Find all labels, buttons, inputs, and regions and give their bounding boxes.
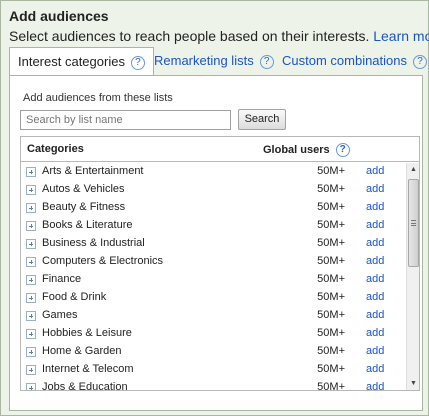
category-name: Beauty & Fitness	[42, 201, 126, 213]
column-header-categories: Categories	[27, 143, 84, 155]
global-users-value: 50M+	[317, 363, 345, 375]
expand-plus-icon[interactable]	[26, 293, 36, 303]
tab-label: Remarketing lists	[154, 53, 254, 68]
table-row: Games 50M+ add	[21, 307, 405, 325]
table-row: Computers & Electronics 50M+ add	[21, 253, 405, 271]
global-users-value: 50M+	[317, 183, 345, 195]
grip-icon	[411, 220, 416, 226]
category-name: Business & Industrial	[42, 237, 145, 249]
global-users-value: 50M+	[317, 165, 345, 177]
category-name: Autos & Vehicles	[42, 183, 125, 195]
expand-plus-icon[interactable]	[26, 383, 36, 390]
lists-label: Add audiences from these lists	[23, 92, 173, 104]
add-link[interactable]: add	[366, 165, 384, 177]
category-name: Arts & Entertainment	[42, 165, 144, 177]
add-link[interactable]: add	[366, 273, 384, 285]
audience-tabs: Interest categories? Remarketing lists? …	[9, 47, 427, 77]
help-icon[interactable]: ?	[413, 54, 427, 69]
category-name: Home & Garden	[42, 345, 122, 357]
add-link[interactable]: add	[366, 327, 384, 339]
scrollbar-thumb[interactable]	[408, 179, 419, 267]
table-row: Internet & Telecom 50M+ add	[21, 361, 405, 379]
tab-interest-categories[interactable]: Interest categories?	[9, 47, 154, 77]
scroll-up-icon[interactable]: ▲	[407, 163, 419, 177]
table-body: Arts & Entertainment 50M+ add Autos & Vehi…	[21, 163, 405, 391]
table-row: Hobbies & Leisure 50M+ add	[21, 325, 405, 343]
table-row: Beauty & Fitness 50M+ add	[21, 199, 405, 217]
learn-more-link[interactable]: Learn more	[373, 28, 429, 44]
global-users-value: 50M+	[317, 309, 345, 321]
table-row: Autos & Vehicles 50M+ add	[21, 181, 405, 199]
expand-plus-icon[interactable]	[26, 239, 36, 249]
subtitle-text: Select audiences to reach people based o…	[9, 28, 370, 44]
help-icon[interactable]: ?	[259, 54, 274, 69]
category-name: Games	[42, 309, 78, 321]
add-link[interactable]: add	[366, 291, 384, 303]
expand-plus-icon[interactable]	[26, 275, 36, 285]
category-name: Internet & Telecom	[42, 363, 134, 375]
table-header: Categories Global users?	[21, 137, 419, 162]
expand-plus-icon[interactable]	[26, 203, 36, 213]
add-link[interactable]: add	[366, 183, 384, 195]
table-row: Business & Industrial 50M+ add	[21, 235, 405, 253]
vertical-scrollbar[interactable]: ▲ ▼	[406, 163, 419, 390]
global-users-value: 50M+	[317, 381, 345, 391]
global-users-value: 50M+	[317, 237, 345, 249]
tab-remarketing-lists[interactable]: Remarketing lists?	[154, 47, 274, 75]
global-users-value: 50M+	[317, 201, 345, 213]
add-audiences-panel: Add audiences Select audiences to reach …	[0, 0, 429, 416]
add-link[interactable]: add	[366, 381, 384, 390]
tab-label: Custom combinations	[282, 53, 407, 68]
global-users-value: 50M+	[317, 327, 345, 339]
add-link[interactable]: add	[366, 201, 384, 213]
expand-plus-icon[interactable]	[26, 311, 36, 321]
add-link[interactable]: add	[366, 345, 384, 357]
help-icon[interactable]: ?	[130, 55, 145, 70]
expand-plus-icon[interactable]	[26, 257, 36, 267]
global-users-value: 50M+	[317, 345, 345, 357]
category-name: Food & Drink	[42, 291, 107, 303]
category-name: Computers & Electronics	[42, 255, 164, 267]
category-name: Books & Literature	[42, 219, 133, 231]
help-icon[interactable]: ?	[335, 143, 350, 157]
tab-custom-combinations[interactable]: Custom combinations?	[282, 47, 427, 75]
column-header-global-users: Global users?	[263, 143, 350, 157]
add-link[interactable]: add	[366, 255, 384, 267]
add-link[interactable]: add	[366, 219, 384, 231]
table-row: Books & Literature 50M+ add	[21, 217, 405, 235]
panel-title: Add audiences	[9, 8, 109, 24]
expand-plus-icon[interactable]	[26, 185, 36, 195]
column-header-label: Global users	[263, 143, 330, 156]
global-users-value: 50M+	[317, 291, 345, 303]
expand-plus-icon[interactable]	[26, 329, 36, 339]
table-row: Finance 50M+ add	[21, 271, 405, 289]
tab-content: Add audiences from these lists Search Ca…	[9, 75, 423, 411]
add-link[interactable]: add	[366, 237, 384, 249]
add-link[interactable]: add	[366, 309, 384, 321]
table-row: Food & Drink 50M+ add	[21, 289, 405, 307]
global-users-value: 50M+	[317, 255, 345, 267]
tab-label: Interest categories	[18, 54, 125, 69]
categories-table: Categories Global users? Arts & Entertai…	[20, 136, 420, 391]
search-button[interactable]: Search	[238, 109, 286, 130]
global-users-value: 50M+	[317, 273, 345, 285]
table-row: Arts & Entertainment 50M+ add	[21, 163, 405, 181]
scroll-down-icon[interactable]: ▼	[407, 377, 419, 390]
table-row: Home & Garden 50M+ add	[21, 343, 405, 361]
category-name: Hobbies & Leisure	[42, 327, 132, 339]
category-name: Jobs & Education	[42, 381, 128, 391]
table-row: Jobs & Education 50M+ add	[21, 379, 405, 391]
expand-plus-icon[interactable]	[26, 347, 36, 357]
category-name: Finance	[42, 273, 82, 285]
expand-plus-icon[interactable]	[26, 221, 36, 231]
expand-plus-icon[interactable]	[26, 365, 36, 375]
search-input[interactable]	[20, 110, 231, 130]
global-users-value: 50M+	[317, 219, 345, 231]
panel-subtitle: Select audiences to reach people based o…	[9, 28, 429, 44]
add-link[interactable]: add	[366, 363, 384, 375]
expand-plus-icon[interactable]	[26, 167, 36, 177]
